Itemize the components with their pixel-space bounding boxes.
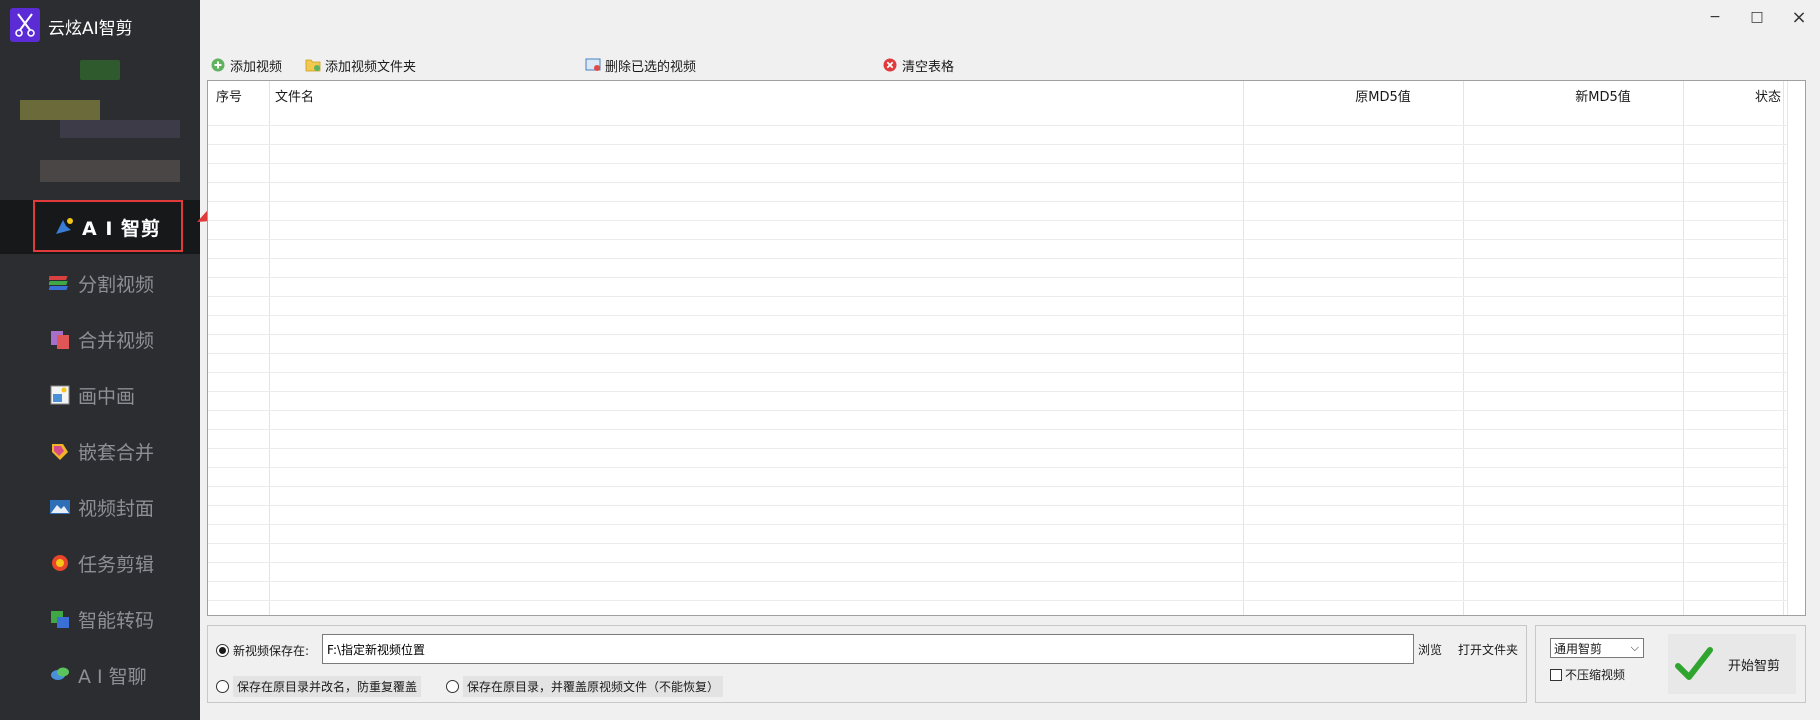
add-folder-button[interactable]: 添加视频文件夹 [305, 55, 416, 75]
delete-selected-button[interactable]: 删除已选的视频 [585, 55, 696, 75]
nested-merge-icon [48, 439, 72, 463]
save-options-panel: 新视频保存在: 浏览 打开文件夹 保存在原目录并改名，防重复覆盖 保存在原目录，… [207, 625, 1527, 703]
radio-save-overwrite[interactable]: 保存在原目录，并覆盖原视频文件（不能恢复） [446, 676, 724, 697]
row-divider [208, 201, 1788, 202]
open-folder-button[interactable]: 打开文件夹 [1458, 641, 1518, 658]
row-divider [208, 429, 1788, 430]
ai-chat-icon [48, 663, 72, 687]
add-video-button[interactable]: 添加视频 [210, 55, 282, 75]
video-table[interactable]: 序号 文件名 原MD5值 新MD5值 状态 [207, 80, 1806, 616]
split-video-icon [48, 271, 72, 295]
folder-add-icon [305, 57, 321, 73]
sidebar-item-ai-chat[interactable]: A I 智聊 [0, 648, 200, 702]
sidebar-item-video-cover[interactable]: 视频封面 [0, 480, 200, 534]
checkbox-box [1550, 668, 1562, 681]
row-divider [208, 448, 1788, 449]
delete-list-icon [585, 57, 601, 73]
start-edit-button[interactable]: 开始智剪 [1668, 634, 1796, 694]
radio-save-rename[interactable]: 保存在原目录并改名，防重复覆盖 [216, 676, 422, 697]
picture-in-picture-icon [48, 383, 72, 407]
row-divider [208, 296, 1788, 297]
task-edit-icon [48, 551, 72, 575]
mode-select[interactable]: 通用智剪 ⌵ [1550, 638, 1644, 658]
row-divider [208, 543, 1788, 544]
row-divider [208, 505, 1788, 506]
column-header-original-md5[interactable]: 原MD5值 [1333, 81, 1433, 109]
sidebar-item-split-video[interactable]: 分割视频 [0, 256, 200, 310]
column-header-new-md5[interactable]: 新MD5值 [1553, 81, 1653, 109]
row-divider [208, 239, 1788, 240]
row-divider [208, 467, 1788, 468]
user-info-blurred [20, 100, 100, 120]
row-divider [208, 353, 1788, 354]
column-divider [269, 81, 270, 615]
row-divider [208, 410, 1788, 411]
no-compress-checkbox[interactable]: 不压缩视频 [1550, 666, 1625, 683]
table-scrollbar[interactable] [1787, 81, 1805, 615]
row-divider [208, 562, 1788, 563]
sidebar-item-smart-transcode[interactable]: 智能转码 [0, 592, 200, 646]
video-cover-icon [48, 495, 72, 519]
radio-save-new-location[interactable]: 新视频保存在: [216, 642, 309, 659]
action-panel: 通用智剪 ⌵ 不压缩视频 开始智剪 [1535, 625, 1806, 703]
user-info-blurred [40, 160, 180, 182]
app-header: 云炫AI智剪 [0, 0, 200, 50]
row-divider [208, 182, 1788, 183]
plus-circle-icon [210, 57, 226, 73]
scissors-icon [10, 8, 40, 42]
row-divider [208, 125, 1788, 126]
row-divider [208, 524, 1788, 525]
sidebar-item-task-edit[interactable]: 任务剪辑 [0, 536, 200, 590]
minimize-button[interactable]: − [1700, 6, 1730, 28]
chevron-down-icon: ⌵ [1630, 641, 1639, 654]
row-divider [208, 315, 1788, 316]
avatar [80, 60, 120, 80]
column-divider [1243, 81, 1244, 615]
radio-dot [216, 680, 229, 693]
save-path-input[interactable] [322, 634, 1414, 664]
browse-button[interactable]: 浏览 [1418, 641, 1442, 658]
row-divider [208, 391, 1788, 392]
column-divider [1683, 81, 1684, 615]
maximize-button[interactable]: □ [1742, 6, 1772, 28]
row-divider [208, 163, 1788, 164]
row-divider [208, 334, 1788, 335]
row-divider [208, 600, 1788, 601]
column-divider [1463, 81, 1464, 615]
close-circle-icon [882, 57, 898, 73]
radio-dot [216, 644, 229, 657]
row-divider [208, 486, 1788, 487]
row-divider [208, 277, 1788, 278]
app-title: 云炫AI智剪 [48, 19, 133, 39]
check-icon [1674, 644, 1714, 684]
sidebar-item-merge-video[interactable]: 合并视频 [0, 312, 200, 366]
column-header-index[interactable]: 序号 [216, 81, 242, 109]
merge-video-icon [48, 327, 72, 351]
sidebar: 云炫AI智剪 A I 智剪 分割视频 合并视频 画中画 嵌套合并 视频封面 任务… [0, 0, 200, 720]
row-divider [208, 258, 1788, 259]
user-info-blurred [60, 120, 180, 138]
sidebar-item-nested-merge[interactable]: 嵌套合并 [0, 424, 200, 478]
highlight-box [33, 200, 183, 252]
row-divider [208, 220, 1788, 221]
sidebar-item-picture-in-picture[interactable]: 画中画 [0, 368, 200, 422]
row-divider [208, 581, 1788, 582]
row-divider [208, 372, 1788, 373]
column-divider [1783, 81, 1784, 615]
radio-dot [446, 680, 459, 693]
row-divider [208, 144, 1788, 145]
column-header-filename[interactable]: 文件名 [275, 81, 314, 109]
close-button[interactable]: × [1784, 6, 1814, 28]
clear-table-button[interactable]: 清空表格 [882, 55, 954, 75]
smart-transcode-icon [48, 607, 72, 631]
